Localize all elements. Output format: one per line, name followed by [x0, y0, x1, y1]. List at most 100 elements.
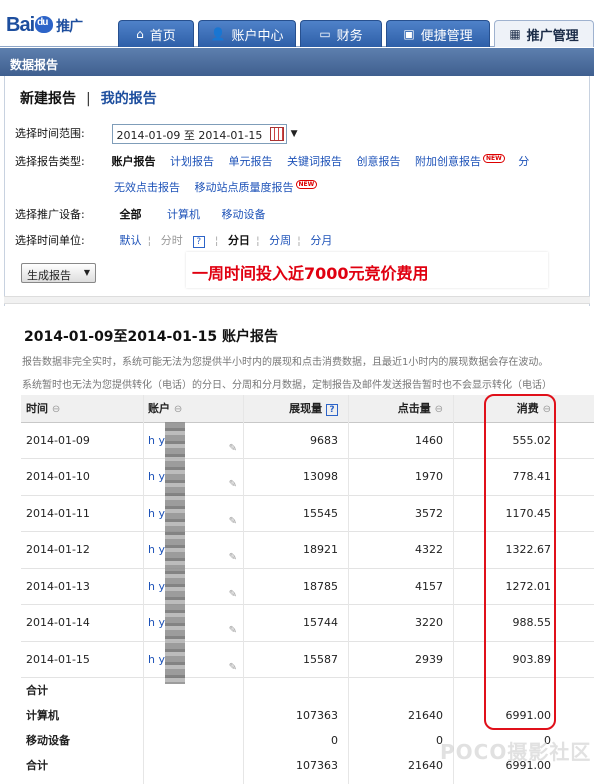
report-type-unit[interactable]: 单元报告 [229, 155, 273, 168]
edit-icon[interactable]: ✎ [229, 589, 237, 600]
account-name: h y [148, 543, 165, 557]
tab-promotion-manage[interactable]: ▦ 推广管理 [494, 20, 594, 47]
report-type-plan[interactable]: 计划报告 [170, 155, 214, 168]
tab-label: 便捷管理 [420, 28, 473, 44]
column-divider [453, 395, 454, 784]
account-name: h y [148, 652, 165, 666]
col-header-clicks[interactable]: 点击量 ⊖ [348, 395, 453, 423]
edit-icon[interactable]: ✎ [229, 662, 237, 673]
cell-account[interactable]: h y ✎ [143, 531, 243, 569]
sort-icon: ⊖ [173, 404, 183, 416]
tab-label: 首页 [149, 28, 176, 44]
logo-subtitle: 推广 [56, 18, 83, 34]
cell-account[interactable]: h y ✎ [143, 458, 243, 496]
promo-annotation: 一周时间投入近7000元竞价费用 [186, 252, 548, 288]
cell-date: 2014-01-14 [21, 604, 143, 642]
unit-monthly[interactable]: 分月 [310, 234, 332, 247]
col-header-impressions[interactable]: 展现量 ? [243, 395, 348, 423]
col-header-date[interactable]: 时间 ⊖ [21, 395, 143, 423]
report-title: 2014-01-09至2014-01-15 账户报告 [24, 329, 278, 345]
unit-default[interactable]: 默认 [120, 234, 142, 247]
device-all[interactable]: 全部 [120, 208, 142, 221]
cell-impressions: 15744 [243, 604, 348, 642]
cell-empty [143, 703, 243, 728]
cell-extra [561, 641, 594, 678]
chevron-down-icon: ▼ [83, 268, 90, 277]
report-subtabs: 新建报告 | 我的报告 [20, 88, 157, 108]
cell-date: 2014-01-12 [21, 531, 143, 569]
report-type-more[interactable]: 分 [518, 155, 529, 168]
divider: ¦ [255, 234, 260, 247]
cell-clicks: 3220 [348, 604, 453, 642]
total-impressions: 0 [331, 733, 338, 747]
cell-empty [143, 728, 243, 753]
tab-new-report[interactable]: 新建报告 [20, 91, 76, 107]
account-name: h y [148, 470, 165, 484]
report-type-invalid-click[interactable]: 无效点击报告 [114, 181, 180, 194]
report-type-creative[interactable]: 创意报告 [357, 155, 401, 168]
total-impressions: 107363 [296, 758, 338, 772]
tab-my-reports[interactable]: 我的报告 [101, 91, 157, 107]
divider: ¦ [214, 234, 219, 247]
report-type-account[interactable]: 账户报告 [112, 155, 156, 168]
unit-daily[interactable]: 分日 [228, 234, 250, 247]
total-impressions: 107363 [296, 708, 338, 722]
home-icon: ⌂ [136, 27, 144, 41]
edit-icon[interactable]: ✎ [229, 516, 237, 527]
col-header-label: 展现量 [289, 402, 323, 416]
cell-impressions: 15587 [243, 641, 348, 678]
report-type-mobile-quality[interactable]: 移动站点质量度报告 [195, 181, 294, 194]
tab-label: 账户中心 [231, 28, 284, 44]
tab-account-center[interactable]: 👤 账户中心 [198, 20, 296, 47]
help-icon[interactable]: ? [326, 404, 338, 417]
edit-icon[interactable]: ✎ [229, 625, 237, 636]
redacted-account-smear [165, 422, 185, 684]
cell-extra [561, 531, 594, 569]
user-icon: 👤 [210, 27, 226, 41]
help-icon[interactable]: ? [192, 236, 205, 248]
report-type-extra-creative[interactable]: 附加创意报告 [415, 155, 481, 168]
device-computer[interactable]: 计算机 [167, 208, 200, 221]
account-name: h y [148, 616, 165, 630]
cell-account[interactable]: h y ✎ [143, 568, 243, 605]
col-header-label: 时间 [26, 402, 48, 416]
device-mobile[interactable]: 移动设备 [222, 208, 266, 221]
generate-report-button[interactable]: 生成报告 ▼ [21, 263, 96, 283]
chevron-down-icon[interactable]: ▼ [291, 129, 298, 139]
edit-icon[interactable]: ✎ [229, 443, 237, 454]
cell-extra [561, 703, 594, 728]
cell-extra [561, 568, 594, 605]
report-type-keyword[interactable]: 关键词报告 [287, 155, 342, 168]
cell-clicks: 4157 [348, 568, 453, 605]
edit-icon[interactable]: ✎ [229, 552, 237, 563]
tab-home[interactable]: ⌂ 首页 [118, 20, 194, 47]
date-range-picker[interactable]: 2014-01-09 至 2014-01-15 ▼ [111, 124, 298, 144]
tab-quick-manage[interactable]: ▣ 便捷管理 [386, 20, 490, 47]
cell-account[interactable]: h y ✎ [143, 604, 243, 642]
cell-date: 2014-01-09 [21, 422, 143, 459]
watermark-text: POCO摄影社区 [440, 740, 592, 764]
unit-weekly[interactable]: 分周 [269, 234, 291, 247]
divider-band [4, 296, 590, 304]
cell-account[interactable]: h y ✎ [143, 495, 243, 532]
report-note-1: 报告数据非完全实时，系统可能无法为您提供半小时内的展现和点击消费数据，且最近1小… [22, 357, 549, 368]
calendar-icon[interactable] [269, 127, 284, 141]
account-name: h y [148, 433, 165, 447]
total-clicks: 21640 [408, 708, 443, 722]
report-type-row: 选择报告类型: 账户报告 计划报告 单元报告 关键词报告 创意报告 附加创意报告… [15, 153, 540, 169]
col-header-account[interactable]: 账户 ⊖ [143, 395, 243, 423]
device-row: 选择推广设备: 全部 计算机 移动设备 [15, 206, 277, 222]
cell-account[interactable]: h y ✎ [143, 422, 243, 459]
tab-finance[interactable]: ▭ 财务 [300, 20, 382, 47]
cell-account[interactable]: h y ✎ [143, 641, 243, 678]
tab-separator: | [86, 91, 91, 107]
baidu-logo[interactable]: Bai 推广 [6, 14, 83, 37]
sort-icon: ⊖ [51, 404, 61, 416]
divider: ¦ [297, 234, 301, 247]
wallet-icon: ▭ [319, 27, 331, 41]
sort-icon: ⊖ [434, 404, 443, 416]
col-header-extra [561, 395, 594, 423]
edit-icon[interactable]: ✎ [229, 479, 237, 490]
total-label: 计算机 [26, 709, 59, 722]
cell-extra [561, 495, 594, 532]
